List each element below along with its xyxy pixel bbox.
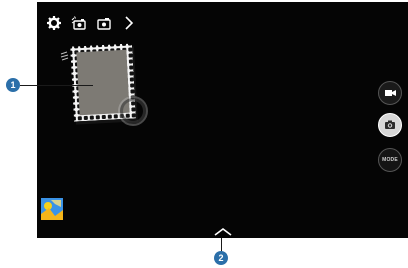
camera-viewfinder[interactable]: MODE: [37, 2, 408, 238]
callout-2-line: [221, 238, 222, 252]
switch-camera-icon[interactable]: [96, 15, 112, 31]
record-video-button[interactable]: [378, 81, 402, 105]
focus-ring: [118, 96, 148, 126]
gallery-thumbnail-icon: [41, 198, 63, 220]
callout-2-number: 2: [218, 253, 224, 263]
video-camera-icon: [385, 90, 396, 96]
mode-button[interactable]: MODE: [378, 148, 402, 172]
expand-chevron-icon[interactable]: [121, 15, 137, 31]
callout-2-badge: 2: [214, 251, 228, 265]
mode-label: MODE: [382, 157, 398, 163]
camera-shutter-icon: [385, 120, 395, 129]
callout-1-badge: 1: [6, 78, 20, 92]
callout-1-line: [20, 85, 93, 86]
chevron-up-icon[interactable]: [213, 227, 233, 237]
top-bar: [46, 15, 137, 31]
take-picture-button[interactable]: [378, 113, 402, 137]
callout-1-number: 1: [10, 80, 16, 90]
camera-effects-icon[interactable]: [71, 15, 87, 31]
gallery-thumbnail[interactable]: [41, 198, 63, 220]
settings-icon[interactable]: [46, 15, 62, 31]
